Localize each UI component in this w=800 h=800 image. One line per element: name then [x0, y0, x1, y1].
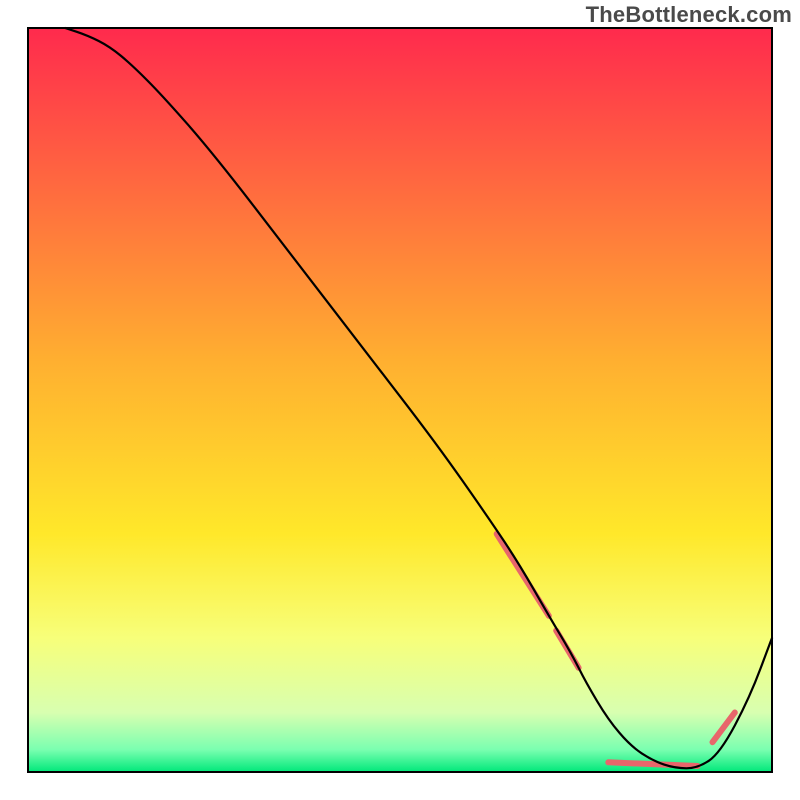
curve-highlight — [608, 762, 697, 766]
watermark-text: TheBottleneck.com — [586, 2, 792, 28]
bottleneck-chart — [0, 0, 800, 800]
plot-background — [28, 28, 772, 772]
